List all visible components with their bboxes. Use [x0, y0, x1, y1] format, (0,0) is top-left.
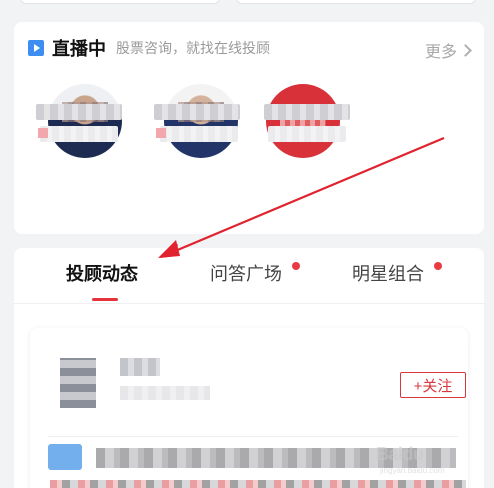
active-tab-underline	[92, 298, 118, 301]
top-partial-card-left	[20, 0, 220, 4]
post-avatar-blurred[interactable]	[60, 358, 96, 408]
more-link[interactable]: 更多	[425, 38, 472, 62]
advisor-name-blurred	[36, 104, 122, 120]
live-card: 直播中 股票咨询，就找在线投顾 更多	[14, 22, 484, 234]
tab-bar: 投顾动态 问答广场 明星组合	[14, 248, 484, 304]
advisor-tag-blurred	[156, 128, 166, 138]
advisor-avatar[interactable]	[164, 84, 238, 158]
tab-advisor-updates[interactable]: 投顾动态	[66, 260, 138, 286]
baidu-watermark: Baidu jingyan.baidu.com	[376, 438, 472, 475]
top-partial-card-right	[236, 0, 476, 4]
tab-qa-notification-dot	[292, 262, 300, 270]
post-thumbnail-icon	[48, 444, 82, 470]
advisor-avatar[interactable]	[48, 84, 122, 158]
watermark-brand: Baidu	[376, 444, 424, 464]
follow-button[interactable]: +关注	[400, 372, 466, 398]
advisor-sub-blurred	[160, 126, 238, 142]
advisor-item[interactable]	[48, 84, 128, 158]
post-author-blurred	[120, 358, 160, 376]
top-partial-strip	[0, 0, 494, 8]
tab-portfolio-notification-dot	[434, 262, 442, 270]
live-title: 直播中	[52, 39, 106, 59]
tab-qa-square[interactable]: 问答广场	[210, 260, 282, 286]
live-header: 直播中 股票咨询，就找在线投顾	[28, 36, 270, 60]
advisor-name-blurred	[154, 104, 240, 120]
advisor-sub-blurred	[40, 126, 118, 142]
divider	[48, 436, 458, 437]
chevron-right-icon	[459, 43, 472, 57]
advisor-item[interactable]	[266, 84, 346, 158]
live-play-icon	[28, 40, 44, 56]
advisor-sub-blurred	[268, 126, 346, 142]
more-label[interactable]: 更多	[425, 38, 457, 62]
advisor-tag-blurred	[38, 128, 48, 138]
post-meta-blurred	[120, 386, 210, 400]
watermark-sub: jingyan.baidu.com	[380, 466, 445, 475]
live-subtitle: 股票咨询，就找在线投顾	[116, 40, 270, 56]
post-text-blurred-line2	[50, 480, 466, 488]
advisor-avatar[interactable]	[266, 84, 340, 158]
tab-star-portfolio[interactable]: 明星组合	[352, 260, 424, 286]
advisor-name-blurred	[264, 104, 350, 120]
advisor-item[interactable]	[164, 84, 244, 158]
